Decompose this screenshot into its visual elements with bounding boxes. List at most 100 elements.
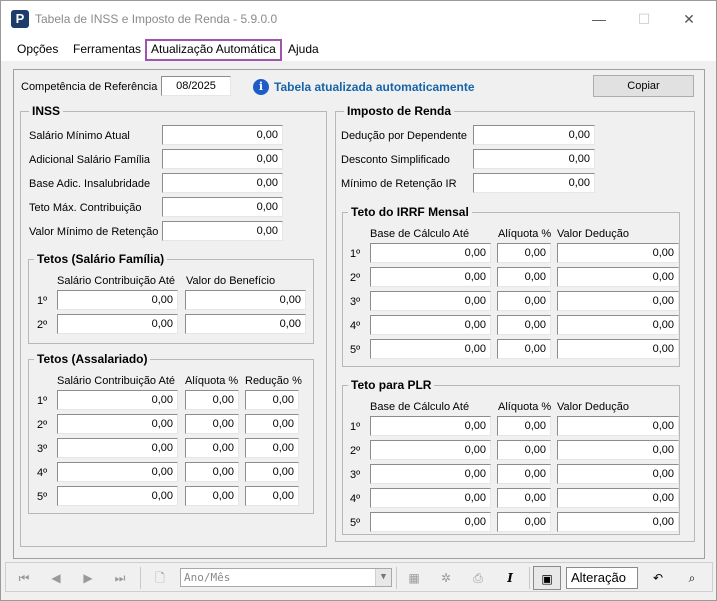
main-window: P Tabela de INSS e Imposto de Renda - 5.… xyxy=(0,0,717,601)
plr-base-input[interactable]: 0,00 xyxy=(370,440,491,460)
irrf-base-input[interactable]: 0,00 xyxy=(370,243,491,263)
plr-title: Teto para PLR xyxy=(348,378,435,392)
as-salario-input[interactable]: 0,00 xyxy=(57,414,178,434)
maximize-button[interactable]: ☐ xyxy=(621,1,667,37)
assalariado-group: Tetos (Assalariado) Salário Contribuição… xyxy=(28,352,314,514)
desconto-simplificado-input[interactable]: 0,00 xyxy=(473,149,595,169)
plr-base-input[interactable]: 0,00 xyxy=(370,488,491,508)
ano-mes-combo[interactable]: Ano/Mês ▼ xyxy=(180,568,392,587)
calculator-icon[interactable]: ▦ xyxy=(400,566,428,590)
competencia-input[interactable]: 08/2025 xyxy=(161,76,231,96)
plr-base-input[interactable]: 0,00 xyxy=(370,416,491,436)
as-aliquota-input[interactable]: 0,00 xyxy=(185,462,239,482)
toolbar-separator xyxy=(140,567,141,589)
as-salario-input[interactable]: 0,00 xyxy=(57,486,178,506)
close-button[interactable]: ✕ xyxy=(666,1,712,37)
row-ordinal: 1º xyxy=(37,395,48,407)
irrf-aliquota-input[interactable]: 0,00 xyxy=(497,243,551,263)
irrf-base-input[interactable]: 0,00 xyxy=(370,267,491,287)
irrf-aliquota-input[interactable]: 0,00 xyxy=(497,291,551,311)
plr-aliquota-input[interactable]: 0,00 xyxy=(497,416,551,436)
irrf-deducao-input[interactable]: 0,00 xyxy=(557,267,679,287)
salario-minimo-input[interactable]: 0,00 xyxy=(162,125,283,145)
teto-contribuicao-input[interactable]: 0,00 xyxy=(162,197,283,217)
sf-salario-input[interactable]: 0,00 xyxy=(57,314,178,334)
as-aliquota-input[interactable]: 0,00 xyxy=(185,438,239,458)
last-record-icon[interactable]: ⏭ xyxy=(106,566,134,590)
plr-aliquota-input[interactable]: 0,00 xyxy=(497,440,551,460)
plr-aliquota-input[interactable]: 0,00 xyxy=(497,512,551,532)
menu-opcoes[interactable]: Opções xyxy=(13,40,62,60)
minimize-button[interactable]: — xyxy=(576,1,622,37)
column-header: Base de Cálculo Até xyxy=(370,401,470,413)
ir-field-label: Mínimo de Retenção IR xyxy=(341,178,457,190)
status-alteracao: Alteração xyxy=(566,567,638,589)
base-insalubridade-input[interactable]: 0,00 xyxy=(162,173,283,193)
as-reducao-input[interactable]: 0,00 xyxy=(245,390,299,410)
chevron-down-icon[interactable]: ▼ xyxy=(375,569,391,586)
save-icon[interactable]: ▣ xyxy=(533,566,561,590)
irrf-base-input[interactable]: 0,00 xyxy=(370,291,491,311)
plr-deducao-input[interactable]: 0,00 xyxy=(557,464,679,484)
irrf-deducao-input[interactable]: 0,00 xyxy=(557,339,679,359)
as-aliquota-input[interactable]: 0,00 xyxy=(185,486,239,506)
as-salario-input[interactable]: 0,00 xyxy=(57,438,178,458)
plr-base-input[interactable]: 0,00 xyxy=(370,512,491,532)
settings-icon[interactable]: ✲ xyxy=(432,566,460,590)
as-reducao-input[interactable]: 0,00 xyxy=(245,438,299,458)
row-ordinal: 1º xyxy=(37,295,48,307)
irrf-aliquota-input[interactable]: 0,00 xyxy=(497,339,551,359)
new-record-icon[interactable]: 🗋 xyxy=(146,566,174,590)
menu-ferramentas[interactable]: Ferramentas xyxy=(69,40,145,60)
info-message: Tabela atualizada automaticamente xyxy=(274,80,475,94)
copy-button[interactable]: Copiar xyxy=(593,75,694,97)
plr-aliquota-input[interactable]: 0,00 xyxy=(497,464,551,484)
row-ordinal: 3º xyxy=(350,296,361,308)
sf-salario-input[interactable]: 0,00 xyxy=(57,290,178,310)
plr-deducao-input[interactable]: 0,00 xyxy=(557,416,679,436)
as-reducao-input[interactable]: 0,00 xyxy=(245,414,299,434)
italic-icon[interactable]: I xyxy=(496,566,524,590)
adicional-salario-familia-input[interactable]: 0,00 xyxy=(162,149,283,169)
as-aliquota-input[interactable]: 0,00 xyxy=(185,390,239,410)
undo-icon[interactable]: ↶ xyxy=(644,566,672,590)
first-record-icon[interactable]: ⏮ xyxy=(10,566,38,590)
binoculars-icon[interactable]: ⌕ xyxy=(678,566,706,590)
plr-deducao-input[interactable]: 0,00 xyxy=(557,512,679,532)
salario-familia-title: Tetos (Salário Família) xyxy=(34,252,168,266)
as-reducao-input[interactable]: 0,00 xyxy=(245,486,299,506)
irrf-aliquota-input[interactable]: 0,00 xyxy=(497,267,551,287)
sf-beneficio-input[interactable]: 0,00 xyxy=(185,314,306,334)
print-icon[interactable]: ⎙ xyxy=(464,566,492,590)
valor-minimo-retencao-input[interactable]: 0,00 xyxy=(162,221,283,241)
irrf-deducao-input[interactable]: 0,00 xyxy=(557,291,679,311)
row-ordinal: 5º xyxy=(350,517,361,529)
plr-deducao-input[interactable]: 0,00 xyxy=(557,488,679,508)
sf-beneficio-input[interactable]: 0,00 xyxy=(185,290,306,310)
plr-base-input[interactable]: 0,00 xyxy=(370,464,491,484)
as-aliquota-input[interactable]: 0,00 xyxy=(185,414,239,434)
inss-group: INSS Salário Mínimo Atual 0,00 Adicional… xyxy=(20,104,327,547)
plr-aliquota-input[interactable]: 0,00 xyxy=(497,488,551,508)
as-salario-input[interactable]: 0,00 xyxy=(57,462,178,482)
row-ordinal: 3º xyxy=(37,443,48,455)
irrf-base-input[interactable]: 0,00 xyxy=(370,339,491,359)
inss-field-label: Valor Mínimo de Retenção xyxy=(29,226,159,238)
prev-record-icon[interactable]: ◀ xyxy=(42,566,70,590)
deducao-dependente-input[interactable]: 0,00 xyxy=(473,125,595,145)
row-ordinal: 5º xyxy=(37,491,48,503)
row-ordinal: 4º xyxy=(350,493,361,505)
next-record-icon[interactable]: ▶ xyxy=(74,566,102,590)
irrf-aliquota-input[interactable]: 0,00 xyxy=(497,315,551,335)
irrf-deducao-input[interactable]: 0,00 xyxy=(557,315,679,335)
toolbar-separator xyxy=(529,567,530,589)
irrf-deducao-input[interactable]: 0,00 xyxy=(557,243,679,263)
as-reducao-input[interactable]: 0,00 xyxy=(245,462,299,482)
column-header: Redução % xyxy=(245,375,302,387)
menu-atualizacao-automatica[interactable]: Atualização Automática xyxy=(145,39,282,61)
as-salario-input[interactable]: 0,00 xyxy=(57,390,178,410)
minimo-retencao-ir-input[interactable]: 0,00 xyxy=(473,173,595,193)
irrf-base-input[interactable]: 0,00 xyxy=(370,315,491,335)
menu-ajuda[interactable]: Ajuda xyxy=(284,40,323,60)
plr-deducao-input[interactable]: 0,00 xyxy=(557,440,679,460)
